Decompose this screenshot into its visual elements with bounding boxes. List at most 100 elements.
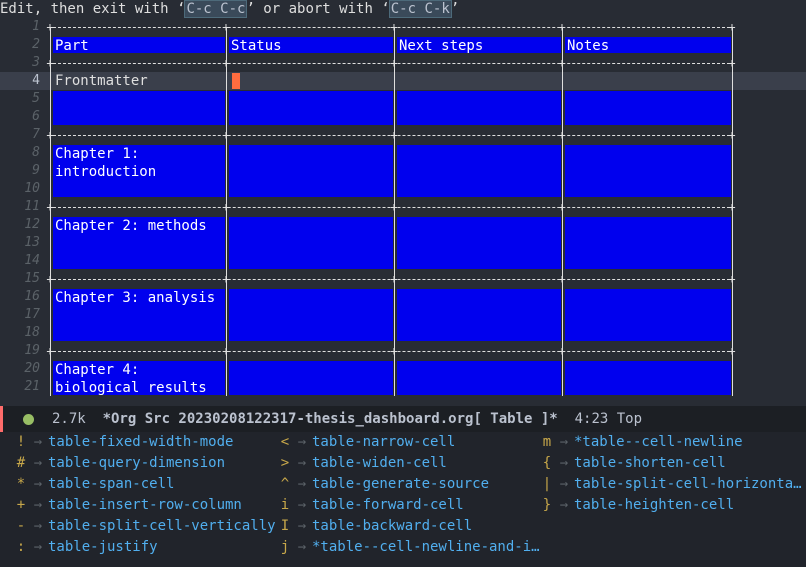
which-key-command: table-fixed-width-mode xyxy=(48,434,234,450)
line-number: 18 xyxy=(24,325,40,340)
arrow-icon: → xyxy=(33,434,43,450)
table-cell[interactable] xyxy=(397,145,561,197)
table-cell[interactable] xyxy=(565,91,731,125)
edit-prompt: Edit, then exit with ‘C-c C-c’ or abort … xyxy=(0,0,806,18)
table-cell[interactable] xyxy=(229,289,393,341)
which-key-entry[interactable]: j → *table--cell-newline-and-i… xyxy=(278,537,540,558)
mode-line-accent xyxy=(0,406,3,432)
line-number: 8 xyxy=(32,145,40,160)
which-key-entry[interactable]: : → table-justify xyxy=(14,537,158,558)
which-key-key: + xyxy=(16,497,26,513)
which-key-key: # xyxy=(16,455,26,471)
which-key-entry[interactable]: # → table-query-dimension xyxy=(14,453,225,474)
cell-text-line xyxy=(55,325,225,341)
table-cell[interactable] xyxy=(229,145,393,197)
table-cell[interactable] xyxy=(397,217,561,269)
table-cell-part[interactable]: Chapter 1: introduction xyxy=(53,145,225,197)
cell-text-line: introduction xyxy=(55,164,157,180)
cell-text-line xyxy=(55,307,225,325)
which-key-key: ^ xyxy=(280,476,290,492)
which-key-entry[interactable]: I → table-backward-cell xyxy=(278,516,472,537)
which-key-key: i xyxy=(280,497,290,513)
which-key-command: table-justify xyxy=(48,539,158,555)
cell-text-line: Chapter 2: methods xyxy=(55,218,207,234)
text-cursor xyxy=(232,73,240,89)
line-number: 4 xyxy=(32,73,40,88)
which-key-command: table-query-dimension xyxy=(48,455,226,471)
table-header-cell[interactable]: Part xyxy=(53,37,225,53)
cell-text-line: Chapter 4: xyxy=(55,362,140,378)
table-cell[interactable] xyxy=(565,72,731,90)
arrow-icon: → xyxy=(297,497,307,513)
table-column-border xyxy=(394,27,395,396)
abort-keybinding: C-c C-k xyxy=(388,0,452,18)
prompt-middle: ’ or abort with ‘ xyxy=(246,1,390,17)
table-cell[interactable] xyxy=(53,91,225,125)
table-cell[interactable] xyxy=(565,361,731,395)
table-header-cell[interactable]: Notes xyxy=(565,37,731,53)
which-key-command: table-heighten-cell xyxy=(574,497,735,513)
table-column-border xyxy=(732,27,733,396)
mode-line: 2.7k *Org Src 20230208122317-thesis_dash… xyxy=(0,406,806,432)
table-cell[interactable] xyxy=(229,72,393,90)
table-cell[interactable] xyxy=(565,289,731,341)
which-key-command: table-split-cell-vertically xyxy=(48,518,276,534)
table-header-cell[interactable]: Status xyxy=(229,37,393,53)
which-key-command: table-backward-cell xyxy=(312,518,473,534)
table-cell[interactable] xyxy=(397,289,561,341)
table-cell[interactable] xyxy=(565,217,731,269)
which-key-key: } xyxy=(542,497,552,513)
table-cell[interactable] xyxy=(229,361,393,395)
line-number: 12 xyxy=(24,217,40,232)
table-cell[interactable] xyxy=(397,91,561,125)
table-cell[interactable] xyxy=(565,145,731,197)
which-key-entry[interactable]: m → *table--cell-newline xyxy=(540,432,743,453)
which-key-entry[interactable]: - → table-split-cell-vertically xyxy=(14,516,276,537)
which-key-key: > xyxy=(280,455,290,471)
which-key-entry[interactable]: * → table-span-cell xyxy=(14,474,175,495)
table-header-cell[interactable]: Next steps xyxy=(397,37,561,53)
table-cell-part[interactable]: Frontmatter xyxy=(53,72,225,90)
table-cell-part[interactable]: Chapter 3: analysis xyxy=(53,289,225,341)
which-key-popup: ! → table-fixed-width-mode # → table-query-di… xyxy=(0,432,806,567)
which-key-command: table-narrow-cell xyxy=(312,434,456,450)
cell-text-line xyxy=(55,253,225,269)
line-number-gutter: 1 2 3 4 5 6 7 8 9 10 11 12 13 14 15 16 17 18 19 20 21 xyxy=(0,18,44,406)
which-key-entry[interactable]: ^ → table-generate-source xyxy=(278,474,489,495)
table-cell-part[interactable]: Chapter 2: methods xyxy=(53,217,225,269)
which-key-entry[interactable]: ! → table-fixed-width-mode xyxy=(14,432,234,453)
table-cell[interactable] xyxy=(229,217,393,269)
arrow-icon: → xyxy=(33,497,43,513)
table-cell[interactable] xyxy=(397,72,561,90)
which-key-command: table-span-cell xyxy=(48,476,175,492)
exit-keybinding: C-c C-c xyxy=(184,0,248,18)
which-key-entry[interactable]: i → table-forward-cell xyxy=(278,495,464,516)
which-key-entry[interactable]: } → table-heighten-cell xyxy=(540,495,734,516)
line-number: 9 xyxy=(32,163,40,178)
table-cell[interactable] xyxy=(229,91,393,125)
arrow-icon: → xyxy=(559,434,569,450)
cell-text-line: Chapter 3: analysis xyxy=(55,290,216,306)
prompt-prefix: Edit, then exit with ‘ xyxy=(0,1,186,17)
which-key-entry[interactable]: {→ table-shorten-cell xyxy=(540,453,726,474)
which-key-command: table-generate-source xyxy=(312,476,490,492)
arrow-icon: → xyxy=(297,476,307,492)
buffer-status-icon xyxy=(23,414,34,425)
arrow-icon: → xyxy=(297,434,307,450)
buffer-name[interactable]: *Org Src 20230208122317-thesis_dashboard… xyxy=(103,411,558,427)
arrow-icon: → xyxy=(33,539,43,555)
which-key-entry[interactable]: > → table-widen-cell xyxy=(278,453,447,474)
prompt-suffix: ’ xyxy=(450,1,460,17)
which-key-entry[interactable]: < → table-narrow-cell xyxy=(278,432,456,453)
which-key-command: *table--cell-newline xyxy=(574,434,743,450)
table-cell-part[interactable]: Chapter 4: biological results xyxy=(53,361,225,395)
table-cell[interactable] xyxy=(397,361,561,395)
arrow-icon: → xyxy=(297,455,307,471)
line-number: 1 xyxy=(32,19,40,34)
which-key-entry[interactable]: + → table-insert-row-column xyxy=(14,495,242,516)
arrow-icon: → xyxy=(297,518,307,534)
which-key-entry[interactable]: | → table-split-cell-horizonta… xyxy=(540,474,802,495)
arrow-icon: → xyxy=(559,455,569,471)
arrow-icon: → xyxy=(33,518,43,534)
line-number: 19 xyxy=(24,343,40,358)
